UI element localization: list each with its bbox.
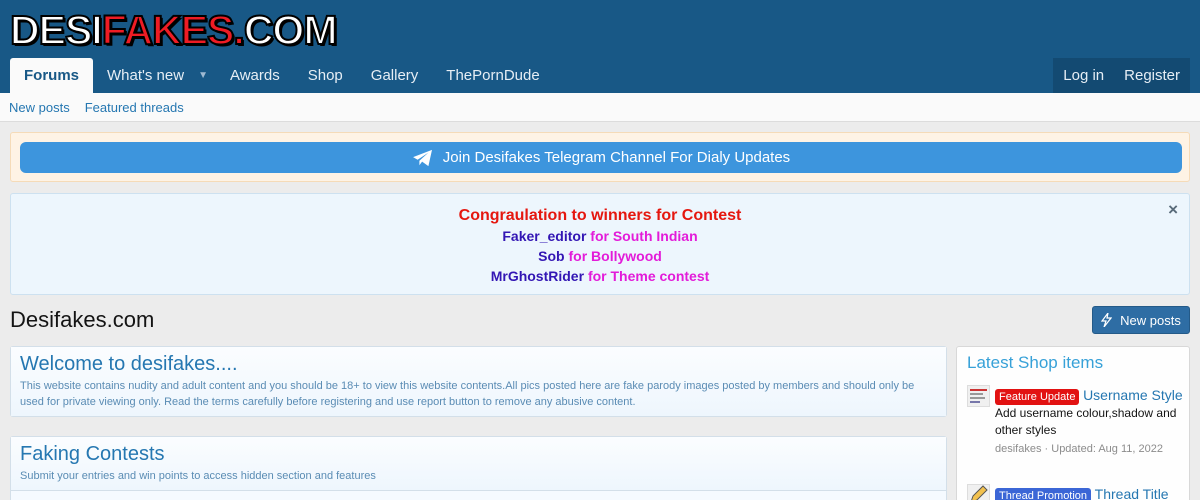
shop-item-title[interactable]: Thread Title	[1095, 486, 1169, 500]
logo-text-1: DESI	[9, 6, 104, 53]
bolt-icon	[1101, 313, 1113, 327]
shop-item-thumbnail[interactable]	[967, 484, 990, 500]
nav-tab-shop[interactable]: Shop	[294, 58, 357, 93]
logo-text-3: COM	[243, 6, 339, 53]
shop-item-thumbnail[interactable]	[967, 385, 990, 407]
shop-item-badge: Thread Promotion	[995, 488, 1092, 500]
nav-tab-forums[interactable]: Forums	[10, 58, 94, 93]
winner-user: MrGhostRider	[490, 268, 585, 284]
forum-title[interactable]: Faking Contests	[20, 442, 937, 466]
winner-row: Faker_editor for South Indian	[11, 226, 1189, 246]
shop-item-title[interactable]: Username Style	[1083, 387, 1183, 403]
main-nav: Forums What's new ▼ Awards Shop Gallery …	[10, 58, 554, 93]
site-logo[interactable]: DESI FAKES. COM	[9, 6, 339, 53]
forum-title[interactable]: Welcome to desifakes....	[20, 352, 937, 376]
winner-category: for South Indian	[590, 228, 698, 244]
telegram-icon	[412, 149, 432, 166]
telegram-join-label: Join Desifakes Telegram Channel For Dial…	[442, 149, 791, 166]
shop-item-desc: Add username colour,shadow and other sty…	[995, 406, 1177, 437]
latest-shop-items: Latest Shop items Feature Update Usernam…	[956, 346, 1190, 500]
forum-block-welcome: Welcome to desifakes.... This website co…	[10, 346, 947, 417]
register-link[interactable]: Register	[1114, 58, 1190, 93]
account-nav: Log in Register	[1053, 58, 1190, 93]
winner-category: for Bollywood	[568, 248, 662, 264]
close-icon[interactable]: ×	[1168, 200, 1178, 220]
nav-tab-whats-new[interactable]: What's new	[93, 58, 198, 93]
telegram-banner: Join Desifakes Telegram Channel For Dial…	[10, 132, 1190, 182]
nav-tab-theporndude[interactable]: ThePornDude	[432, 58, 553, 93]
shop-item-badge: Feature Update	[995, 389, 1080, 405]
winner-row: MrGhostRider for Theme contest	[11, 266, 1189, 286]
pencil-icon	[971, 485, 988, 500]
sidebar-title: Latest Shop items	[967, 353, 1104, 372]
chevron-down-icon[interactable]: ▼	[190, 58, 216, 93]
new-posts-button[interactable]: New posts	[1092, 306, 1190, 334]
winner-category: for Theme contest	[587, 268, 710, 284]
winner-row: Sob for Bollywood	[11, 246, 1189, 266]
forum-block-contests: Faking Contests Submit your entries and …	[10, 436, 947, 500]
winner-user: Sob	[538, 248, 565, 264]
logo-text-2: FAKES	[101, 6, 236, 53]
forum-description: This website contains nudity and adult c…	[20, 380, 915, 408]
forum-description: Submit your entries and win points to ac…	[20, 470, 376, 482]
winner-user: Faker_editor	[502, 228, 587, 244]
nav-tab-gallery[interactable]: Gallery	[357, 58, 433, 93]
shop-item-meta: desifakes · Updated: Aug 11, 2022	[995, 443, 1163, 455]
login-link[interactable]: Log in	[1053, 58, 1114, 93]
contest-notice: × Congraulation to winners for Contest F…	[10, 193, 1190, 295]
new-posts-label: New posts	[1120, 312, 1181, 328]
telegram-join-button[interactable]: Join Desifakes Telegram Channel For Dial…	[20, 142, 1182, 173]
subnav-new-posts[interactable]: New posts	[9, 100, 70, 115]
subnav-featured-threads[interactable]: Featured threads	[85, 100, 184, 115]
nav-tab-awards[interactable]: Awards	[216, 58, 294, 93]
page-title: Desifakes.com	[10, 307, 155, 332]
logo-dot: .	[232, 6, 246, 53]
shop-thumbnail-icon	[970, 389, 987, 403]
notice-heading: Congraulation to winners for Contest	[458, 207, 742, 224]
sub-nav: New posts Featured threads	[0, 93, 1200, 122]
